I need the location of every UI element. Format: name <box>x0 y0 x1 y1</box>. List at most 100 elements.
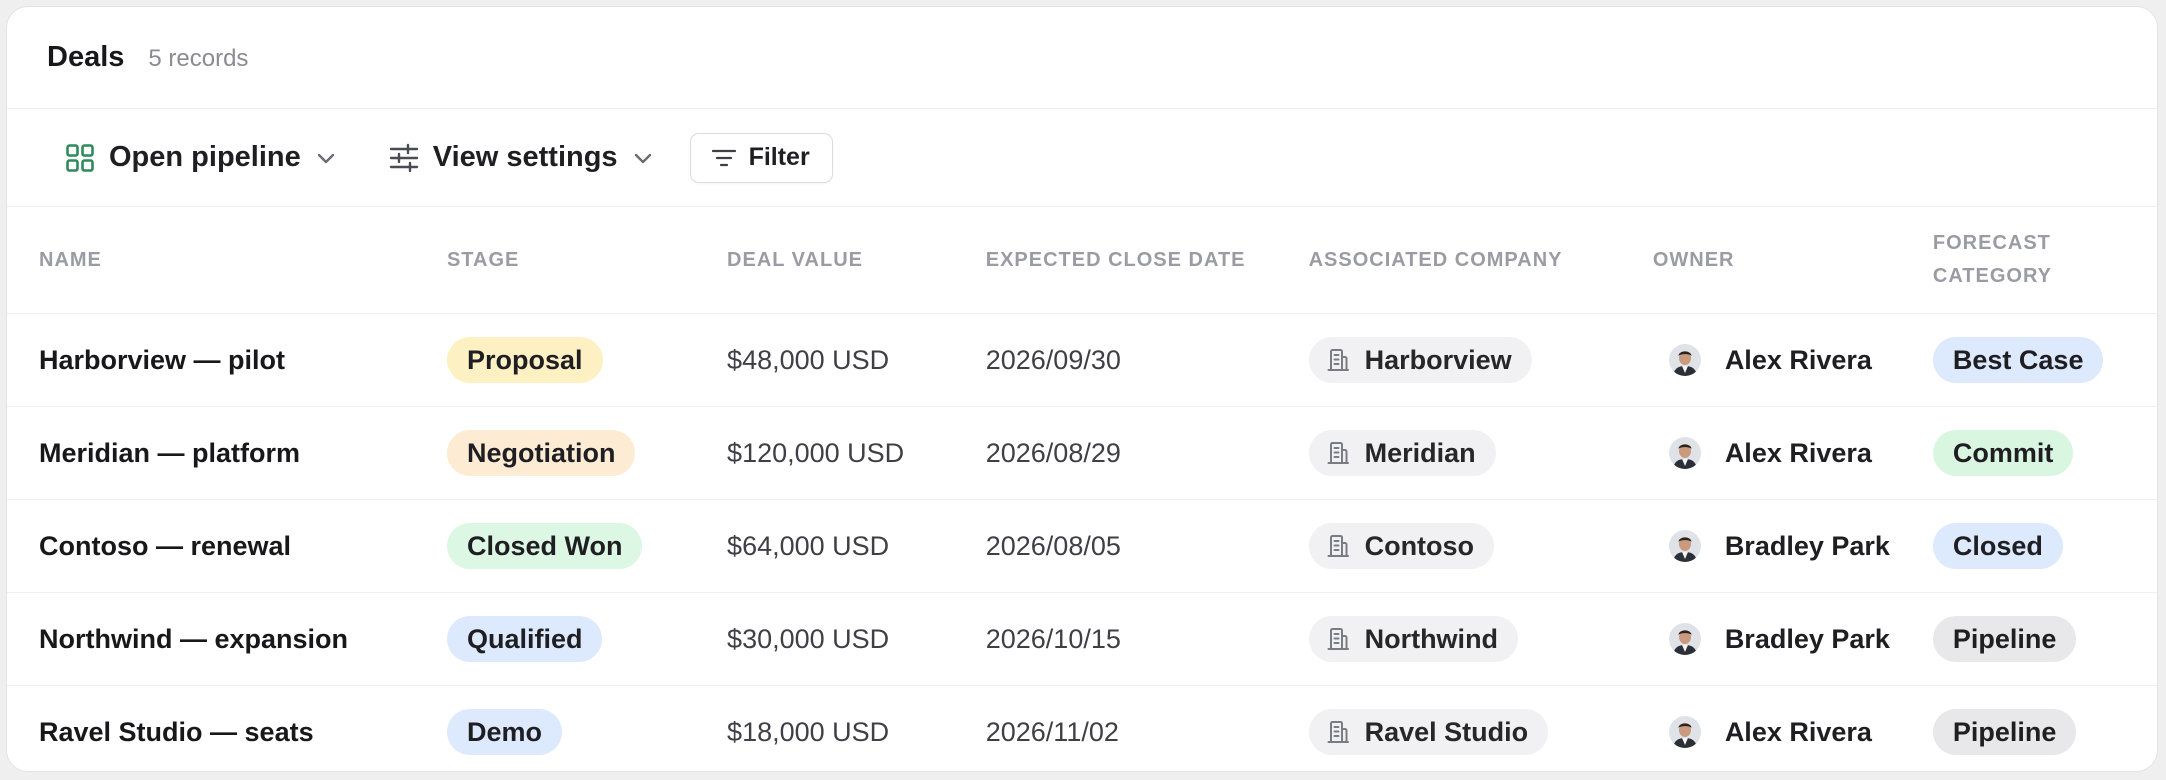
owner-cell: Bradley Park <box>1652 592 1933 686</box>
stage-cell: Closed Won <box>446 499 728 593</box>
grid-icon <box>65 143 95 173</box>
building-icon <box>1325 719 1351 745</box>
filter-icon <box>711 145 737 171</box>
forecast-cell: Closed <box>1932 499 2157 593</box>
card-header: Deals 5 records <box>7 7 2157 109</box>
expected-close-date: 2026/10/15 <box>985 592 1309 686</box>
owner-name: Alex Rivera <box>1724 716 1872 747</box>
deal-name[interactable]: Meridian — platform <box>7 406 447 500</box>
stage-badge[interactable]: Negotiation <box>446 430 636 476</box>
owner-cell: Alex Rivera <box>1652 313 1933 407</box>
column-header-expected-close-date[interactable]: EXPECTED CLOSE DATE <box>985 207 1309 314</box>
building-icon <box>1325 626 1351 652</box>
forecast-badge[interactable]: Pipeline <box>1932 709 2077 755</box>
deal-value: $64,000 USD <box>727 499 986 593</box>
column-header-deal-value[interactable]: DEAL VALUE <box>727 207 986 314</box>
avatar <box>1668 716 1701 748</box>
view-selector-label: Open pipeline <box>109 141 301 173</box>
stage-badge[interactable]: Closed Won <box>446 523 643 569</box>
deal-name[interactable]: Harborview — pilot <box>7 313 447 407</box>
table-row[interactable]: Northwind — expansion Qualified $30,000 … <box>7 592 2157 686</box>
avatar <box>1668 344 1701 376</box>
stage-cell: Qualified <box>446 592 728 686</box>
company-name: Meridian <box>1364 437 1476 468</box>
deal-value: $120,000 USD <box>727 406 986 500</box>
column-header-associated-company[interactable]: ASSOCIATED COMPANY <box>1308 207 1653 314</box>
view-selector-button[interactable]: Open pipeline <box>65 141 337 174</box>
company-cell: Northwind <box>1308 592 1653 686</box>
view-settings-label: View settings <box>432 141 618 173</box>
deal-value: $48,000 USD <box>727 313 986 407</box>
company-name: Harborview <box>1364 344 1512 375</box>
company-name: Ravel Studio <box>1364 716 1529 747</box>
column-header-owner[interactable]: OWNER <box>1652 207 1933 314</box>
expected-close-date: 2026/09/30 <box>985 313 1309 407</box>
table-row[interactable]: Meridian — platform Negotiation $120,000… <box>7 406 2157 500</box>
owner-cell: Alex Rivera <box>1653 686 1933 772</box>
owner-name: Bradley Park <box>1724 530 1890 561</box>
company-chip[interactable]: Harborview <box>1308 337 1532 383</box>
avatar <box>1668 437 1701 469</box>
owner[interactable]: Bradley Park <box>1653 623 1933 655</box>
building-icon <box>1325 533 1351 559</box>
building-icon <box>1325 347 1351 373</box>
owner-cell: Bradley Park <box>1652 499 1933 593</box>
owner[interactable]: Alex Rivera <box>1653 716 1933 748</box>
deal-name[interactable]: Ravel Studio — seats <box>7 686 447 772</box>
company-chip[interactable]: Northwind <box>1308 616 1519 662</box>
owner-cell: Alex Rivera <box>1652 406 1933 500</box>
owner-name: Alex Rivera <box>1724 344 1872 375</box>
filter-label: Filter <box>748 143 810 171</box>
deals-card: Deals 5 records Open pipeline View setti… <box>6 6 2158 772</box>
forecast-cell: Pipeline <box>1932 686 2157 772</box>
deal-name[interactable]: Contoso — renewal <box>7 499 447 593</box>
table-header-row: NAME STAGE DEAL VALUE EXPECTED CLOSE DAT… <box>7 207 2157 314</box>
table-row[interactable]: Harborview — pilot Proposal $48,000 USD … <box>7 313 2157 407</box>
chevron-down-icon <box>315 147 337 169</box>
owner[interactable]: Bradley Park <box>1653 530 1933 562</box>
company-cell: Meridian <box>1308 406 1653 500</box>
building-icon <box>1325 440 1351 466</box>
avatar <box>1668 623 1701 655</box>
chevron-down-icon <box>632 147 654 169</box>
expected-close-date: 2026/11/02 <box>985 716 1119 747</box>
forecast-badge[interactable]: Closed <box>1932 523 2063 569</box>
owner-name: Alex Rivera <box>1724 437 1872 468</box>
forecast-badge[interactable]: Best Case <box>1932 337 2104 383</box>
deal-name[interactable]: Northwind — expansion <box>7 592 447 686</box>
owner[interactable]: Alex Rivera <box>1653 344 1933 376</box>
company-name: Contoso <box>1364 530 1475 561</box>
forecast-cell: Pipeline <box>1932 592 2157 686</box>
table-row[interactable]: Contoso — renewal Closed Won $64,000 USD… <box>7 499 2157 593</box>
column-header-name[interactable]: NAME <box>7 207 447 314</box>
company-cell: Contoso <box>1308 499 1653 593</box>
stage-badge[interactable]: Qualified <box>446 616 603 662</box>
filter-button[interactable]: Filter <box>689 132 833 183</box>
stage-cell: Negotiation <box>446 406 728 500</box>
deal-value: $30,000 USD <box>727 592 986 686</box>
forecast-cell: Commit <box>1932 406 2157 500</box>
company-name: Northwind <box>1364 623 1499 654</box>
toolbar: Open pipeline View settings Filter <box>7 109 2157 207</box>
stage-cell: Demo <box>446 686 727 772</box>
company-cell: Harborview <box>1308 313 1653 407</box>
forecast-cell: Best Case <box>1932 313 2157 407</box>
table-row[interactable]: Ravel Studio — seats Demo $18,000 USD 20… <box>7 686 2157 772</box>
forecast-badge[interactable]: Commit <box>1932 430 2074 476</box>
column-header-forecast-category[interactable]: FORECAST CATEGORY <box>1932 207 2157 314</box>
owner-name: Bradley Park <box>1724 623 1890 654</box>
forecast-badge[interactable]: Pipeline <box>1932 616 2077 662</box>
stage-badge[interactable]: Proposal <box>446 337 603 383</box>
stage-badge[interactable]: Demo <box>446 709 562 755</box>
stage-cell: Proposal <box>446 313 728 407</box>
page-title: Deals <box>47 41 125 73</box>
view-settings-button[interactable]: View settings <box>389 141 654 174</box>
company-chip[interactable]: Ravel Studio <box>1308 709 1549 755</box>
column-header-stage[interactable]: STAGE <box>446 207 728 314</box>
company-chip[interactable]: Contoso <box>1308 523 1495 569</box>
owner[interactable]: Alex Rivera <box>1653 437 1933 469</box>
avatar <box>1668 530 1701 562</box>
expected-close-date: 2026/08/29 <box>985 406 1309 500</box>
sliders-icon <box>389 143 419 173</box>
company-chip[interactable]: Meridian <box>1308 430 1496 476</box>
